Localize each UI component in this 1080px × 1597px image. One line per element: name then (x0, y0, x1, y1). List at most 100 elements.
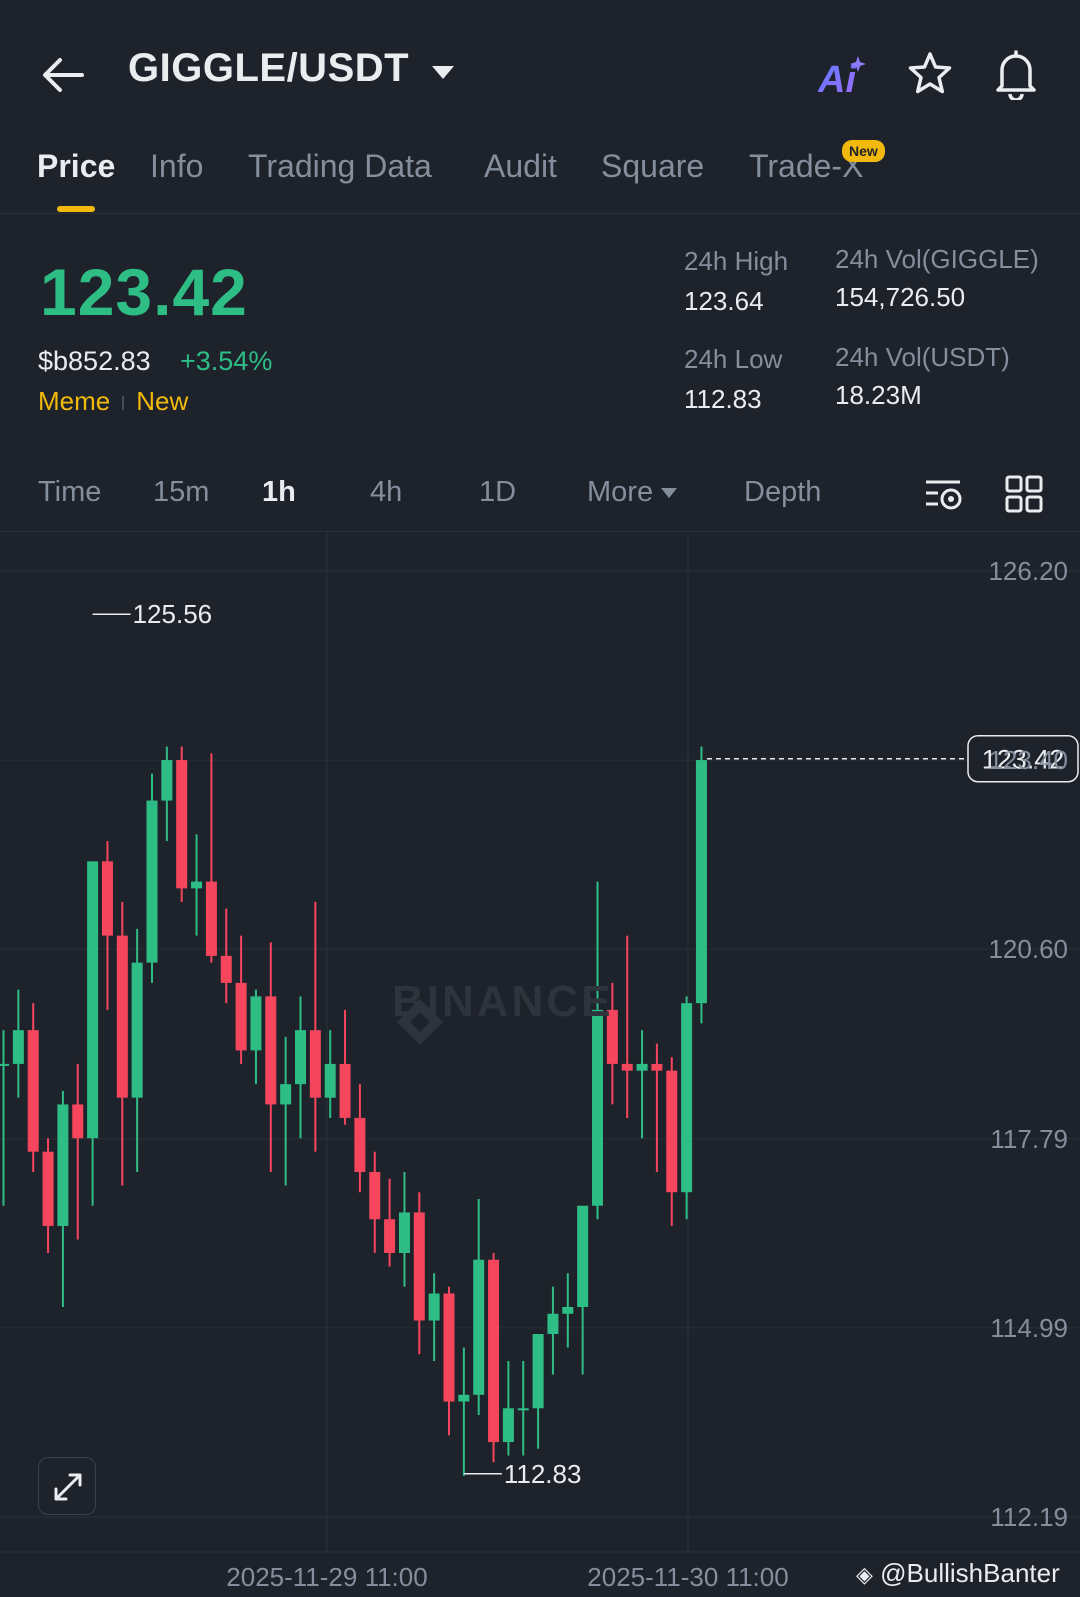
candle-body (517, 1408, 529, 1411)
stat-low-value: 112.83 (684, 384, 762, 414)
tag-meme[interactable]: Meme (38, 386, 110, 416)
candle-body (339, 1063, 351, 1118)
candle-body (42, 1151, 54, 1226)
candle-body (57, 1104, 69, 1226)
candle-body (621, 1063, 633, 1071)
candle-body (265, 996, 277, 1105)
binance-square-icon: ◈ (856, 1562, 873, 1587)
candle-body (473, 1259, 485, 1395)
interval-more[interactable]: More (587, 476, 678, 509)
stat-vol-quote-value: 18.23M (835, 380, 922, 410)
candle-body (369, 1171, 381, 1220)
candlestick-chart-area[interactable]: 125.56 112.83 123.42 126.20 123.40 120.60 117… (0, 532, 1080, 1597)
top-bar: GIGGLE/USDT Ai (0, 0, 1080, 140)
expand-icon (54, 1473, 82, 1501)
candle-body (413, 1212, 425, 1321)
tab-price[interactable]: Price (37, 148, 115, 185)
interval-bar: Time 15m 1h 4h 1D More Depth (0, 466, 1080, 532)
candle-body (636, 1063, 648, 1071)
candle-body (547, 1313, 559, 1335)
fullscreen-button[interactable] (38, 1457, 96, 1515)
candle-body (27, 1030, 39, 1152)
grid-layout-icon[interactable] (1004, 474, 1044, 514)
y-tick-label: 120.60 (988, 934, 1068, 964)
tab-audit[interactable]: Audit (484, 148, 557, 185)
x-tick-label: 2025-11-29 11:00 (226, 1562, 427, 1592)
candle-body (354, 1117, 366, 1172)
interval-1h[interactable]: 1h (262, 476, 296, 509)
tag-new[interactable]: New (136, 386, 188, 416)
candle-body (205, 881, 217, 956)
candle-body (131, 962, 143, 1098)
tag-list: Meme New (38, 386, 188, 417)
candle-body (695, 760, 707, 1004)
tab-info[interactable]: Info (150, 148, 203, 185)
candle-body (220, 955, 232, 983)
chart-watermark: BINANCE (392, 977, 614, 1026)
star-icon[interactable] (906, 50, 954, 98)
candle-body (384, 1219, 396, 1253)
candle-body (592, 1009, 603, 1206)
candle-body (488, 1259, 500, 1443)
candle-body (176, 760, 188, 889)
tag-divider (122, 396, 125, 411)
candle-body (250, 996, 262, 1051)
candle-body (577, 1205, 589, 1308)
y-tick-label: 114.99 (990, 1313, 1068, 1343)
trading-pair-title[interactable]: GIGGLE/USDT (128, 46, 409, 91)
interval-more-label: More (587, 476, 654, 508)
interval-15m[interactable]: 15m (153, 476, 209, 509)
candle-body (443, 1293, 455, 1402)
more-caret-icon (661, 488, 678, 499)
stat-vol-base-label: 24h Vol(GIGGLE) (835, 244, 1039, 274)
y-tick-label: 112.19 (990, 1502, 1068, 1532)
candle-body (116, 935, 128, 1098)
interval-1d[interactable]: 1D (479, 476, 516, 509)
candle-body (0, 1063, 9, 1066)
interval-4h[interactable]: 4h (370, 476, 402, 509)
candle-body (12, 1030, 24, 1064)
candle-body (666, 1070, 678, 1193)
stat-vol-quote-label: 24h Vol(USDT) (835, 342, 1010, 372)
ai-label: Ai (818, 59, 857, 98)
candle-body (146, 800, 158, 963)
active-tab-indicator (57, 206, 95, 212)
back-arrow-icon[interactable] (38, 50, 88, 100)
tab-square[interactable]: Square (601, 148, 704, 185)
y-tick-label: 123.40 (988, 745, 1068, 775)
usd-price: $b852.83 (38, 346, 151, 376)
stat-high-label: 24h High (684, 246, 789, 276)
tab-trading-data[interactable]: Trading Data (248, 148, 432, 185)
candle-body (191, 881, 203, 889)
tab-bar: Price Info Trading Data Audit Square Tra… (0, 140, 1080, 214)
candle-body (502, 1408, 514, 1443)
y-axis: 126.20 123.40 120.60 117.79 114.99 112.19 (988, 556, 1068, 1532)
stat-high-value: 123.64 (684, 286, 764, 316)
stat-low-label: 24h Low (684, 344, 783, 374)
credit-label: ◈ @BullishBanter (856, 1558, 1060, 1589)
low-marker-label: 112.83 (504, 1459, 582, 1489)
candle-body (398, 1212, 410, 1253)
interval-depth[interactable]: Depth (744, 476, 821, 509)
bell-icon[interactable] (992, 48, 1040, 100)
x-axis: 2025-11-29 11:00 2025-11-30 11:00 (226, 1562, 788, 1592)
interval-time[interactable]: Time (38, 476, 101, 509)
candlestick-chart[interactable]: 125.56112.83123.42 126.20123.40120.60117… (0, 532, 1080, 1597)
candle-body (295, 1030, 306, 1085)
candle-body (235, 982, 247, 1051)
candle-body (324, 1063, 336, 1098)
chart-settings-icon[interactable] (924, 474, 964, 514)
pair-dropdown-caret-icon[interactable] (432, 66, 454, 79)
ai-icon[interactable]: Ai (818, 54, 866, 98)
high-marker-label: 125.56 (133, 599, 213, 629)
stat-vol-base-value: 154,726.50 (835, 282, 966, 312)
candle-body (428, 1293, 440, 1321)
candle-body (562, 1307, 574, 1314)
y-tick-label: 126.20 (988, 556, 1068, 586)
candle-body (681, 1003, 693, 1193)
candles (0, 746, 707, 1476)
x-tick-label: 2025-11-30 11:00 (587, 1562, 788, 1592)
candle-body (532, 1334, 544, 1409)
new-badge: New (842, 140, 885, 162)
candle-body (458, 1394, 470, 1402)
